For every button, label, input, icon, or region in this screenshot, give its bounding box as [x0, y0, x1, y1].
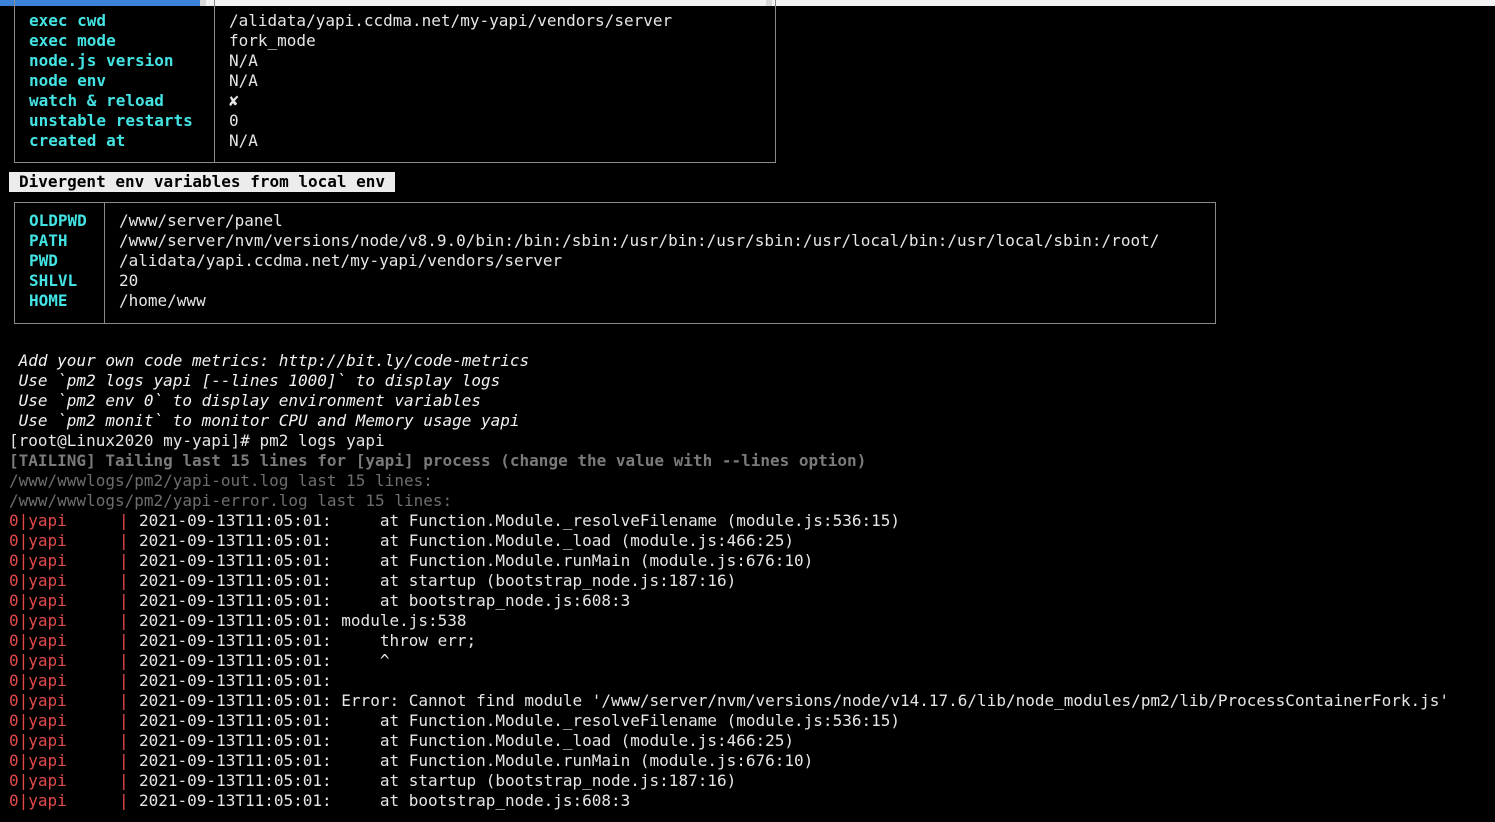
log-pipe-separator: | — [119, 691, 129, 710]
env-var-key: PATH — [29, 231, 68, 250]
process-info-value: 0 — [229, 111, 239, 130]
log-pipe-separator: | — [119, 711, 129, 730]
watch-reload-cross-icon: ✘ — [229, 91, 239, 110]
log-pipe-separator: | — [119, 771, 129, 790]
process-info-value: N/A — [229, 51, 258, 70]
log-process-prefix: 0|yapi — [9, 611, 67, 630]
log-line-text: 2021-09-13T11:05:01: ^ — [139, 651, 390, 670]
tip-line: Add your own code metrics: http://bit.ly… — [9, 351, 530, 370]
env-var-value: /alidata/yapi.ccdma.net/my-yapi/vendors/… — [119, 251, 563, 270]
log-process-prefix: 0|yapi — [9, 711, 67, 730]
log-line-text: 2021-09-13T11:05:01: Error: Cannot find … — [139, 691, 1450, 710]
log-process-prefix: 0|yapi — [9, 791, 67, 810]
tailing-notice: [TAILING] Tailing last 15 lines for [yap… — [9, 451, 867, 470]
shell-prompt-command[interactable]: [root@Linux2020 my-yapi]# pm2 logs yapi — [9, 431, 385, 451]
log-pipe-separator: | — [119, 591, 129, 610]
env-vars-divider — [104, 203, 105, 323]
log-line-text: 2021-09-13T11:05:01: at Function.Module.… — [139, 711, 900, 730]
process-info-value: N/A — [229, 131, 258, 150]
process-info-key: watch & reload — [29, 91, 164, 110]
log-pipe-separator: | — [119, 571, 129, 590]
log-line-text: 2021-09-13T11:05:01: at Function.Module.… — [139, 551, 814, 570]
log-process-prefix: 0|yapi — [9, 651, 67, 670]
out-log-header: /www/wwwlogs/pm2/yapi-out.log last 15 li… — [9, 471, 433, 490]
log-pipe-separator: | — [119, 791, 129, 810]
process-info-value: N/A — [229, 71, 258, 90]
env-var-key: SHLVL — [29, 271, 78, 290]
terminal-tab[interactable] — [772, 0, 1495, 6]
env-var-value: /www/server/nvm/versions/node/v8.9.0/bin… — [119, 231, 1160, 250]
process-info-divider — [214, 0, 215, 162]
log-pipe-separator: | — [119, 651, 129, 670]
log-line-text: 2021-09-13T11:05:01: at bootstrap_node.j… — [139, 791, 631, 810]
process-info-key: node env — [29, 71, 107, 90]
log-process-prefix: 0|yapi — [9, 671, 67, 690]
env-var-value: 20 — [119, 271, 139, 290]
log-process-prefix: 0|yapi — [9, 591, 67, 610]
process-info-key: node.js version — [29, 51, 174, 70]
log-line-text: 2021-09-13T11:05:01: at startup (bootstr… — [139, 571, 737, 590]
log-line-text: 2021-09-13T11:05:01: — [139, 671, 332, 690]
process-info-key: created at — [29, 131, 126, 150]
log-process-prefix: 0|yapi — [9, 771, 67, 790]
log-pipe-separator: | — [119, 731, 129, 750]
log-pipe-separator: | — [119, 671, 129, 690]
env-var-key: HOME — [29, 291, 68, 310]
log-pipe-separator: | — [119, 751, 129, 770]
log-process-prefix: 0|yapi — [9, 751, 67, 770]
log-pipe-separator: | — [119, 611, 129, 630]
log-line-text: 2021-09-13T11:05:01: at Function.Module.… — [139, 531, 795, 550]
process-info-key: exec mode — [29, 31, 116, 50]
log-pipe-separator: | — [119, 531, 129, 550]
log-process-prefix: 0|yapi — [9, 691, 67, 710]
process-info-key: unstable restarts — [29, 111, 193, 130]
env-var-value: /home/www — [119, 291, 206, 310]
log-process-prefix: 0|yapi — [9, 511, 67, 530]
process-info-key: exec cwd — [29, 11, 107, 30]
log-line-text: 2021-09-13T11:05:01: at Function.Module.… — [139, 731, 795, 750]
env-section-title: Divergent env variables from local env — [9, 172, 396, 192]
log-process-prefix: 0|yapi — [9, 631, 67, 650]
process-info-value: fork_mode — [229, 31, 316, 50]
tip-line: Use `pm2 monit` to monitor CPU and Memor… — [9, 411, 520, 430]
log-line-text: 2021-09-13T11:05:01: throw err; — [139, 631, 477, 650]
log-line-text: 2021-09-13T11:05:01: at startup (bootstr… — [139, 771, 737, 790]
env-var-key: OLDPWD — [29, 211, 87, 230]
tip-line: Use `pm2 env 0` to display environment v… — [9, 391, 482, 410]
log-process-prefix: 0|yapi — [9, 551, 67, 570]
log-pipe-separator: | — [119, 551, 129, 570]
log-process-prefix: 0|yapi — [9, 571, 67, 590]
env-var-value: /www/server/panel — [119, 211, 283, 230]
log-line-text: 2021-09-13T11:05:01: at Function.Module.… — [139, 511, 900, 530]
log-pipe-separator: | — [119, 631, 129, 650]
error-log-header: /www/wwwlogs/pm2/yapi-error.log last 15 … — [9, 491, 453, 510]
log-pipe-separator: | — [119, 511, 129, 530]
log-line-text: 2021-09-13T11:05:01: at Function.Module.… — [139, 751, 814, 770]
process-info-value: /alidata/yapi.ccdma.net/my-yapi/vendors/… — [229, 11, 673, 30]
tip-line: Use `pm2 logs yapi [--lines 1000]` to di… — [9, 371, 501, 390]
log-line-text: 2021-09-13T11:05:01: at bootstrap_node.j… — [139, 591, 631, 610]
env-var-key: PWD — [29, 251, 58, 270]
log-line-text: 2021-09-13T11:05:01: module.js:538 — [139, 611, 467, 630]
log-process-prefix: 0|yapi — [9, 731, 67, 750]
log-process-prefix: 0|yapi — [9, 531, 67, 550]
